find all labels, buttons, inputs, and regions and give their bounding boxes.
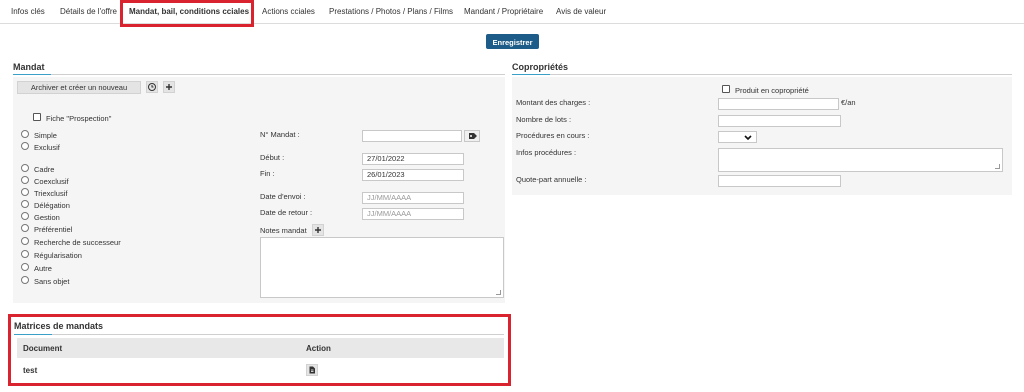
procedures-select[interactable]: [718, 131, 757, 143]
tab-avis-valeur[interactable]: Avis de valeur: [556, 0, 606, 24]
tab-prestations[interactable]: Prestations / Photos / Plans / Films: [329, 0, 453, 24]
tab-actions-cciales[interactable]: Actions cciales: [262, 0, 315, 24]
archive-button[interactable]: Archiver et créer un nouveau: [17, 81, 141, 94]
radio-delegation[interactable]: [21, 200, 29, 208]
col-action-header: Action: [306, 344, 331, 353]
radio-gestion-label: Gestion: [34, 213, 60, 222]
radio-exclusif[interactable]: [21, 142, 29, 150]
tab-mandat-bail[interactable]: Mandat, bail, conditions cciales: [129, 0, 249, 24]
produit-copro-label: Produit en copropriété: [735, 86, 809, 95]
tab-bar: Infos clés Détails de l'offre Mandat, ba…: [0, 0, 1024, 24]
radio-simple-label: Simple: [34, 131, 57, 140]
date-envoi-input[interactable]: JJ/MM/AAAA: [362, 192, 464, 204]
matrices-table-header: [17, 338, 504, 358]
radio-recherche-successeur[interactable]: [21, 237, 29, 245]
radio-simple[interactable]: [21, 130, 29, 138]
matrices-rule: [14, 334, 504, 335]
lots-label: Nombre de lots :: [516, 115, 572, 124]
plus-icon: [315, 227, 321, 233]
radio-preferentiel[interactable]: [21, 224, 29, 232]
fin-label: Fin :: [260, 169, 275, 178]
tag-button[interactable]: [464, 130, 480, 142]
radio-regularisation[interactable]: [21, 250, 29, 258]
add-note-button[interactable]: [312, 224, 324, 236]
radio-gestion[interactable]: [21, 212, 29, 220]
download-document-button[interactable]: [306, 364, 318, 376]
date-envoi-label: Date d'envoi :: [260, 192, 306, 201]
debut-input[interactable]: 27/01/2022: [362, 153, 464, 165]
produit-copro-checkbox[interactable]: [722, 85, 730, 93]
charges-input[interactable]: [718, 98, 839, 110]
tab-details-offre[interactable]: Détails de l'offre: [60, 0, 117, 24]
radio-sans-objet[interactable]: [21, 276, 29, 284]
radio-sans-objet-label: Sans objet: [34, 277, 70, 286]
radio-regularisation-label: Régularisation: [34, 251, 82, 260]
chevron-down-icon: [744, 135, 752, 141]
tab-mandant-proprietaire[interactable]: Mandant / Propriétaire: [464, 0, 543, 24]
add-button[interactable]: [163, 81, 175, 93]
procedures-label: Procédures en cours :: [516, 131, 590, 140]
radio-delegation-label: Délégation: [34, 201, 70, 210]
radio-triexclusif[interactable]: [21, 188, 29, 196]
debut-label: Début :: [260, 153, 285, 162]
notes-mandat-label: Notes mandat: [260, 226, 307, 235]
copro-rule: [512, 74, 1012, 75]
infos-procedures-textarea[interactable]: [718, 148, 1003, 172]
radio-exclusif-label: Exclusif: [34, 143, 60, 152]
radio-recherche-successeur-label: Recherche de successeur: [34, 238, 121, 247]
charges-unit: €/an: [841, 98, 856, 107]
lots-input[interactable]: [718, 115, 841, 127]
date-retour-label: Date de retour :: [260, 208, 313, 217]
tab-infos-cles[interactable]: Infos clés: [11, 0, 45, 24]
numero-mandat-label: N° Mandat :: [260, 130, 300, 139]
matrices-title: Matrices de mandats: [14, 321, 104, 331]
infos-procedures-label: Infos procédures :: [516, 148, 577, 157]
fiche-prospection-label: Fiche "Prospection": [46, 114, 112, 123]
quote-part-label: Quote-part annuelle :: [516, 175, 587, 184]
charges-label: Montant des charges :: [516, 98, 591, 107]
save-button[interactable]: Enregistrer: [486, 34, 539, 49]
radio-coexclusif-label: Coexclusif: [34, 177, 69, 186]
radio-autre-label: Autre: [34, 264, 52, 273]
copro-title: Copropriétés: [512, 62, 569, 72]
radio-coexclusif[interactable]: [21, 176, 29, 184]
quote-part-input[interactable]: [718, 175, 841, 187]
history-button[interactable]: [146, 81, 158, 93]
date-retour-input[interactable]: JJ/MM/AAAA: [362, 208, 464, 220]
table-row-document: test: [23, 366, 38, 375]
fin-input[interactable]: 26/01/2023: [362, 169, 464, 181]
document-icon: [309, 366, 315, 374]
clock-icon: [148, 83, 156, 91]
radio-cadre-label: Cadre: [34, 165, 55, 174]
col-document-header: Document: [23, 344, 63, 353]
numero-mandat-input[interactable]: [362, 130, 462, 142]
mandat-title: Mandat: [13, 62, 45, 72]
radio-preferentiel-label: Préférentiel: [34, 225, 73, 234]
fiche-prospection-checkbox[interactable]: [33, 113, 41, 121]
mandat-rule: [13, 74, 505, 75]
radio-autre[interactable]: [21, 263, 29, 271]
plus-icon: [166, 84, 172, 90]
radio-cadre[interactable]: [21, 164, 29, 172]
radio-triexclusif-label: Triexclusif: [34, 189, 68, 198]
tag-icon: [469, 133, 477, 139]
notes-mandat-textarea[interactable]: [260, 237, 504, 298]
